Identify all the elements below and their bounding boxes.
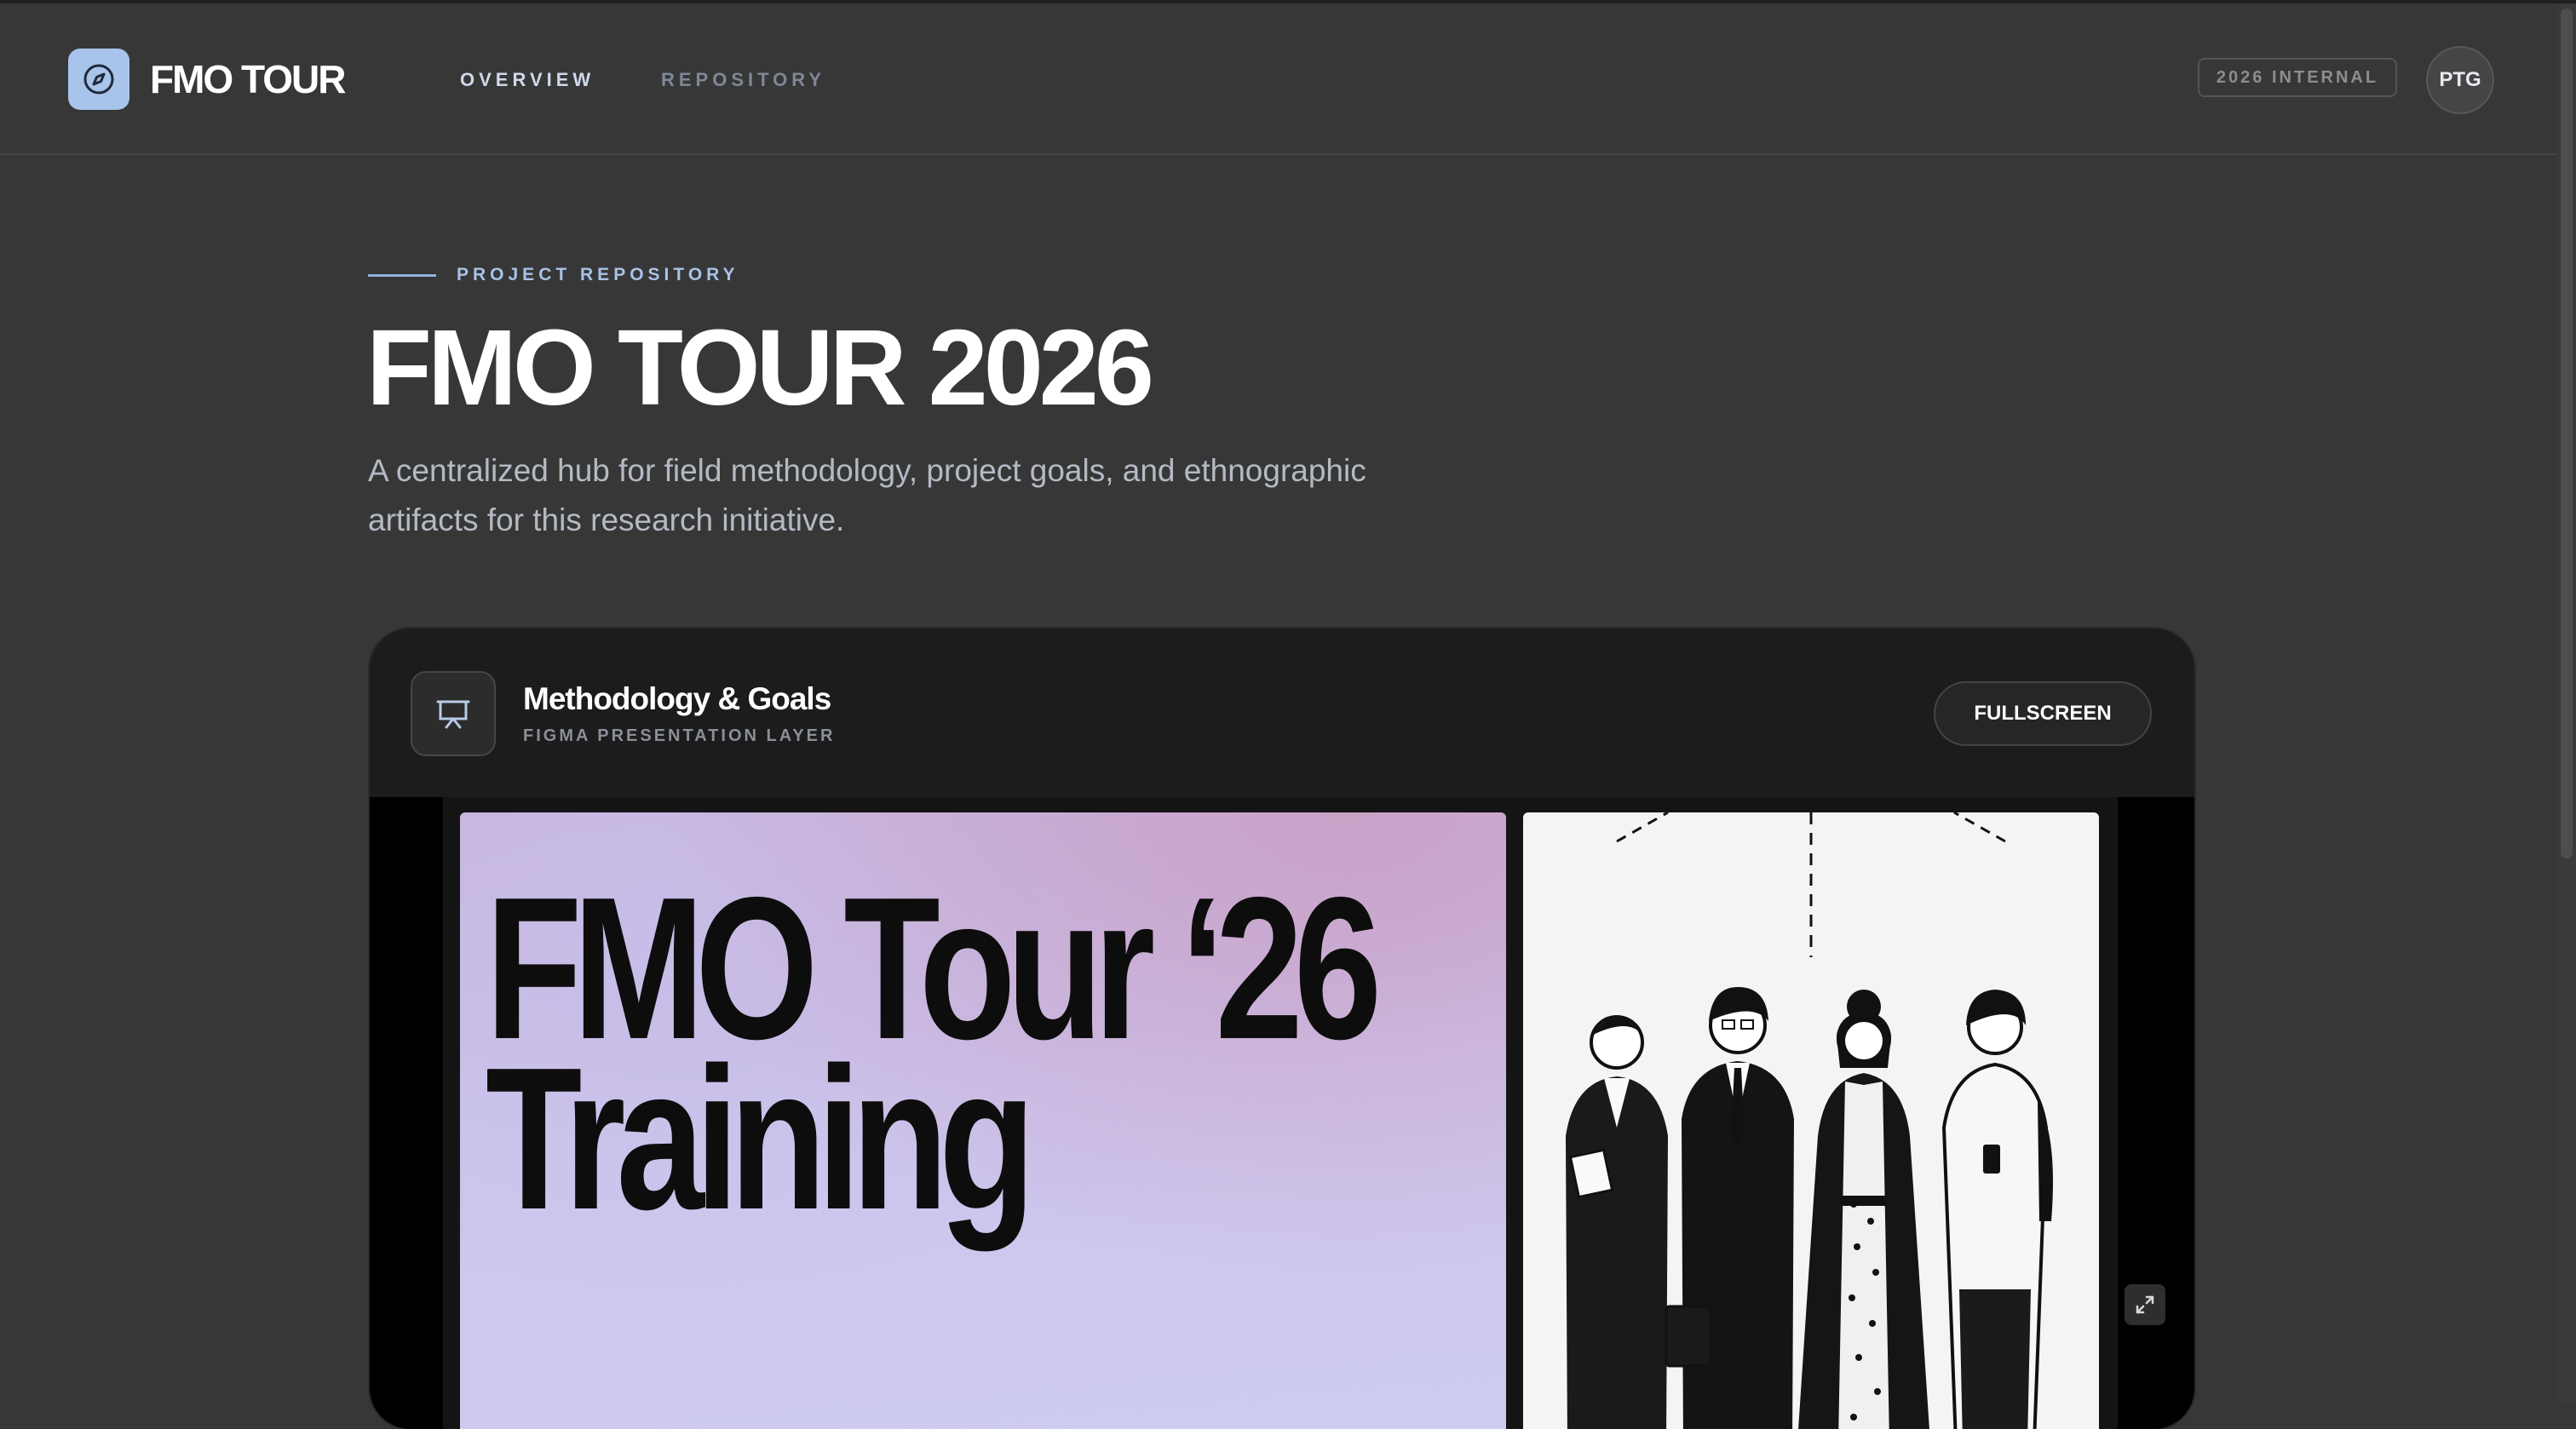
card-subtitle: FIGMA PRESENTATION LAYER (523, 726, 836, 745)
person-2-figure (1665, 987, 1794, 1429)
slide-illustration-panel (1523, 812, 2099, 1429)
app-header: FMO TOUR OVERVIEW REPOSITORY 2026 INTERN… (0, 3, 2557, 155)
brand-name[interactable]: FMO TOUR (150, 55, 346, 104)
four-people-illustration (1566, 812, 2053, 1429)
presentation-card: Methodology & Goals FIGMA PRESENTATION L… (370, 628, 2194, 1429)
expand-icon (2136, 1295, 2154, 1314)
slide-title-panel: FMO Tour ‘26 Training (460, 812, 1506, 1429)
logo[interactable] (68, 49, 129, 110)
user-avatar[interactable]: PTG (2426, 46, 2494, 114)
nav-overview[interactable]: OVERVIEW (460, 68, 595, 92)
card-icon-box (411, 671, 496, 756)
nav-repository[interactable]: REPOSITORY (661, 68, 825, 92)
person-3-figure (1798, 990, 1929, 1429)
eyebrow-divider (368, 274, 436, 277)
slide-title: FMO Tour ‘26 Training (486, 868, 1382, 1241)
card-title: Methodology & Goals (523, 681, 831, 716)
expand-button[interactable] (2125, 1284, 2165, 1325)
person-4-figure (1941, 990, 2053, 1429)
person-1-figure (1566, 1015, 1668, 1429)
fullscreen-button[interactable]: FULLSCREEN (1934, 681, 2152, 746)
figma-embed-frame[interactable]: FMO Tour ‘26 Training (370, 797, 2194, 1429)
page-title: FMO TOUR 2026 (366, 307, 1154, 428)
presentation-icon (436, 700, 470, 729)
eyebrow-label: PROJECT REPOSITORY (457, 265, 739, 284)
scrollbar-thumb[interactable] (2561, 9, 2573, 858)
page-description: A centralized hub for field methodology,… (368, 453, 1366, 537)
page-scrollbar[interactable] (2557, 3, 2576, 1403)
internal-badge: 2026 INTERNAL (2198, 58, 2397, 97)
compass-icon (83, 64, 114, 95)
